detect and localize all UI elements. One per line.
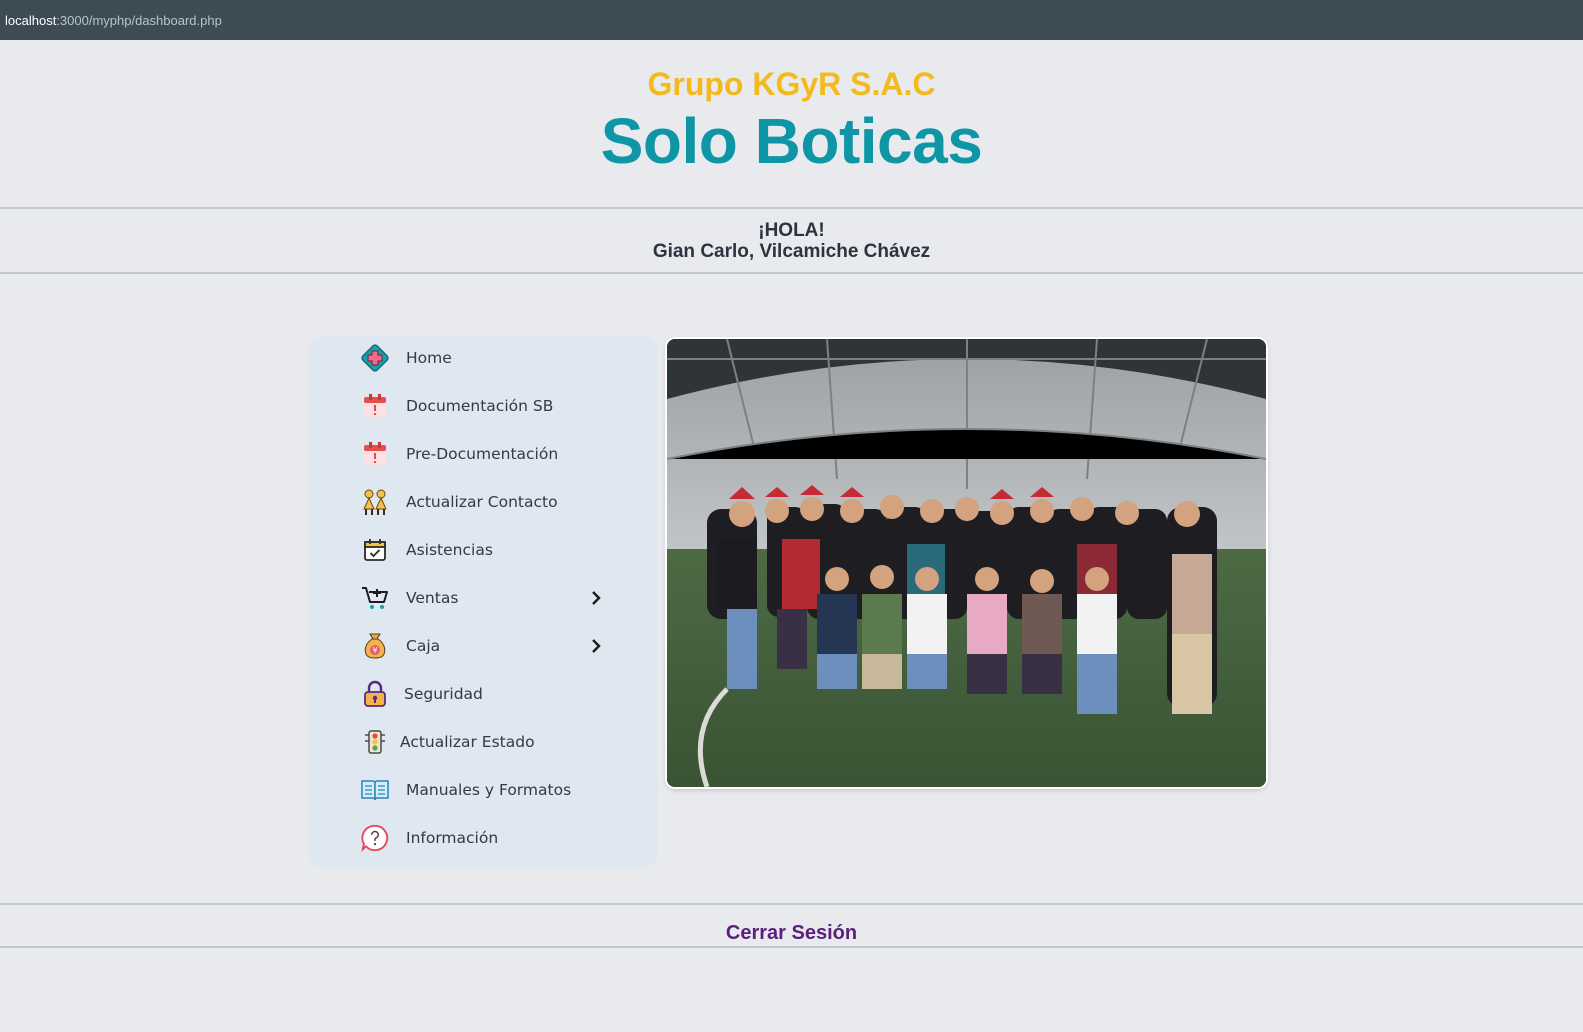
menu-item-label: Pre-Documentación <box>406 445 559 463</box>
menu-item-actualizar-estado[interactable]: Actualizar Estado <box>308 722 658 762</box>
help-question-icon <box>360 823 390 853</box>
menu-item-label: Caja <box>406 637 441 655</box>
divider <box>0 207 1583 209</box>
calendar-check-icon <box>360 535 390 565</box>
greeting-user-name: Gian Carlo, Vilcamiche Chávez <box>652 241 931 262</box>
url-path: :3000/myphp/dashboard.php <box>56 12 222 28</box>
open-book-icon <box>360 775 390 805</box>
greeting-hello: ¡HOLA! <box>758 220 825 241</box>
menu-item-documentacion-sb[interactable]: Documentación SB <box>308 386 658 426</box>
menu-item-caja[interactable]: ¥ Caja <box>308 626 658 666</box>
logout-area: Cerrar Sesión <box>0 922 1583 945</box>
divider <box>0 272 1583 274</box>
calendar-alert-icon <box>360 439 390 469</box>
calendar-alert-icon <box>360 391 390 421</box>
menu-item-home[interactable]: Home <box>308 338 658 378</box>
menu-item-label: Información <box>406 829 499 847</box>
padlock-icon <box>360 679 390 709</box>
menu-item-asistencias[interactable]: Asistencias <box>308 530 658 570</box>
chevron-right-icon[interactable] <box>588 638 604 654</box>
traffic-light-icon <box>360 727 390 757</box>
sidebar-menu: Home Documentación SB Pre-Documentación … <box>308 336 658 868</box>
people-contact-icon <box>360 487 390 517</box>
greeting: ¡HOLA! Gian Carlo, Vilcamiche Chávez <box>0 220 1583 262</box>
menu-item-actualizar-contacto[interactable]: Actualizar Contacto <box>308 482 658 522</box>
menu-item-label: Documentación SB <box>406 397 554 415</box>
divider <box>0 903 1583 905</box>
menu-item-label: Actualizar Estado <box>400 733 535 751</box>
menu-item-seguridad[interactable]: Seguridad <box>308 674 658 714</box>
menu-item-label: Seguridad <box>404 685 483 703</box>
menu-item-manuales-formatos[interactable]: Manuales y Formatos <box>308 770 658 810</box>
home-medical-cross-icon <box>360 343 390 373</box>
menu-item-label: Ventas <box>406 589 459 607</box>
logout-link[interactable]: Cerrar Sesión <box>726 922 857 944</box>
divider <box>0 946 1583 948</box>
menu-item-informacion[interactable]: Información <box>308 818 658 858</box>
menu-item-pre-documentacion[interactable]: Pre-Documentación <box>308 434 658 474</box>
menu-item-label: Asistencias <box>406 541 493 559</box>
group-photo <box>667 339 1266 787</box>
url-host: localhost <box>5 12 57 28</box>
svg-text:¥: ¥ <box>372 646 377 655</box>
address-bar[interactable]: localhost:3000/myphp/dashboard.php <box>0 0 1583 40</box>
cart-add-icon <box>360 583 390 613</box>
menu-item-label: Home <box>406 349 452 367</box>
money-bag-icon: ¥ <box>360 631 390 661</box>
menu-item-ventas[interactable]: Ventas <box>308 578 658 618</box>
menu-item-label: Actualizar Contacto <box>406 493 558 511</box>
brand-title: Solo Boticas <box>600 105 983 177</box>
company-name: Grupo KGyR S.A.C <box>647 66 936 102</box>
menu-item-label: Manuales y Formatos <box>406 781 572 799</box>
chevron-right-icon[interactable] <box>588 590 604 606</box>
